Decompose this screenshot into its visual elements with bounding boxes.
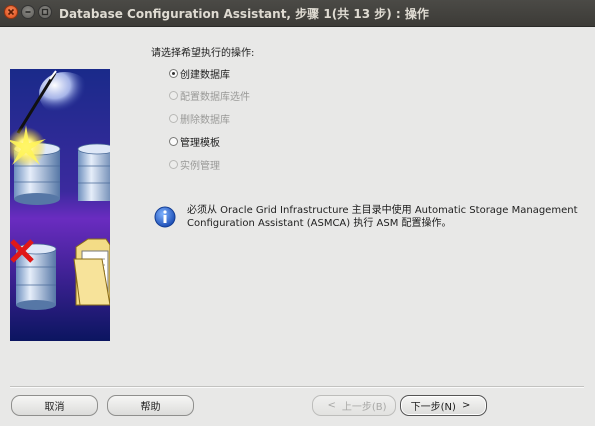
info-icon — [154, 206, 176, 228]
option-delete-database[interactable]: 删除数据库 — [169, 111, 230, 126]
delete-database-label: 删除数据库 — [180, 114, 230, 126]
asm-info-message: 必须从 Oracle Grid Infrastructure 主目录中使用 Au… — [187, 204, 582, 230]
delete-database-radio[interactable] — [169, 113, 178, 123]
back-button[interactable]: < 上一步(B) — [312, 395, 396, 416]
back-button-label: 上一步(B) — [341, 402, 387, 413]
operation-prompt: 请选择希望执行的操作: — [151, 48, 255, 59]
option-configure-database-options[interactable]: 配置数据库选件 — [169, 88, 250, 103]
close-icon[interactable] — [4, 5, 18, 19]
next-button[interactable]: 下一步(N) > — [400, 395, 487, 416]
help-button[interactable]: 帮助 — [107, 395, 194, 416]
configure-options-label: 配置数据库选件 — [180, 91, 250, 103]
wizard-illustration — [10, 69, 110, 341]
instance-management-radio[interactable] — [169, 159, 178, 169]
footer-separator — [10, 386, 584, 388]
cancel-button[interactable]: 取消 — [11, 395, 98, 416]
configure-options-radio[interactable] — [169, 90, 178, 100]
chevron-right-icon: > — [461, 400, 471, 411]
manage-templates-radio[interactable] — [169, 136, 178, 146]
maximize-icon[interactable] — [38, 5, 52, 19]
chevron-left-icon: < — [327, 400, 336, 411]
create-database-label: 创建数据库 — [180, 69, 230, 81]
window-title: Database Configuration Assistant, 步骤 1(共… — [59, 7, 429, 21]
next-button-label: 下一步(N) — [410, 402, 456, 413]
title-bar: Database Configuration Assistant, 步骤 1(共… — [0, 0, 595, 27]
create-database-radio[interactable] — [169, 68, 178, 78]
info-line-1: 必须从 Oracle Grid Infrastructure 主目录中使用 Au… — [187, 205, 578, 216]
minimize-icon[interactable] — [21, 5, 35, 19]
info-line-2: Configuration Assistant (ASMCA) 执行 ASM 配… — [187, 218, 452, 229]
option-instance-management[interactable]: 实例管理 — [169, 157, 220, 172]
option-manage-templates[interactable]: 管理模板 — [169, 134, 220, 149]
option-create-database[interactable]: 创建数据库 — [169, 66, 230, 81]
instance-management-label: 实例管理 — [180, 160, 220, 172]
manage-templates-label: 管理模板 — [180, 137, 220, 149]
